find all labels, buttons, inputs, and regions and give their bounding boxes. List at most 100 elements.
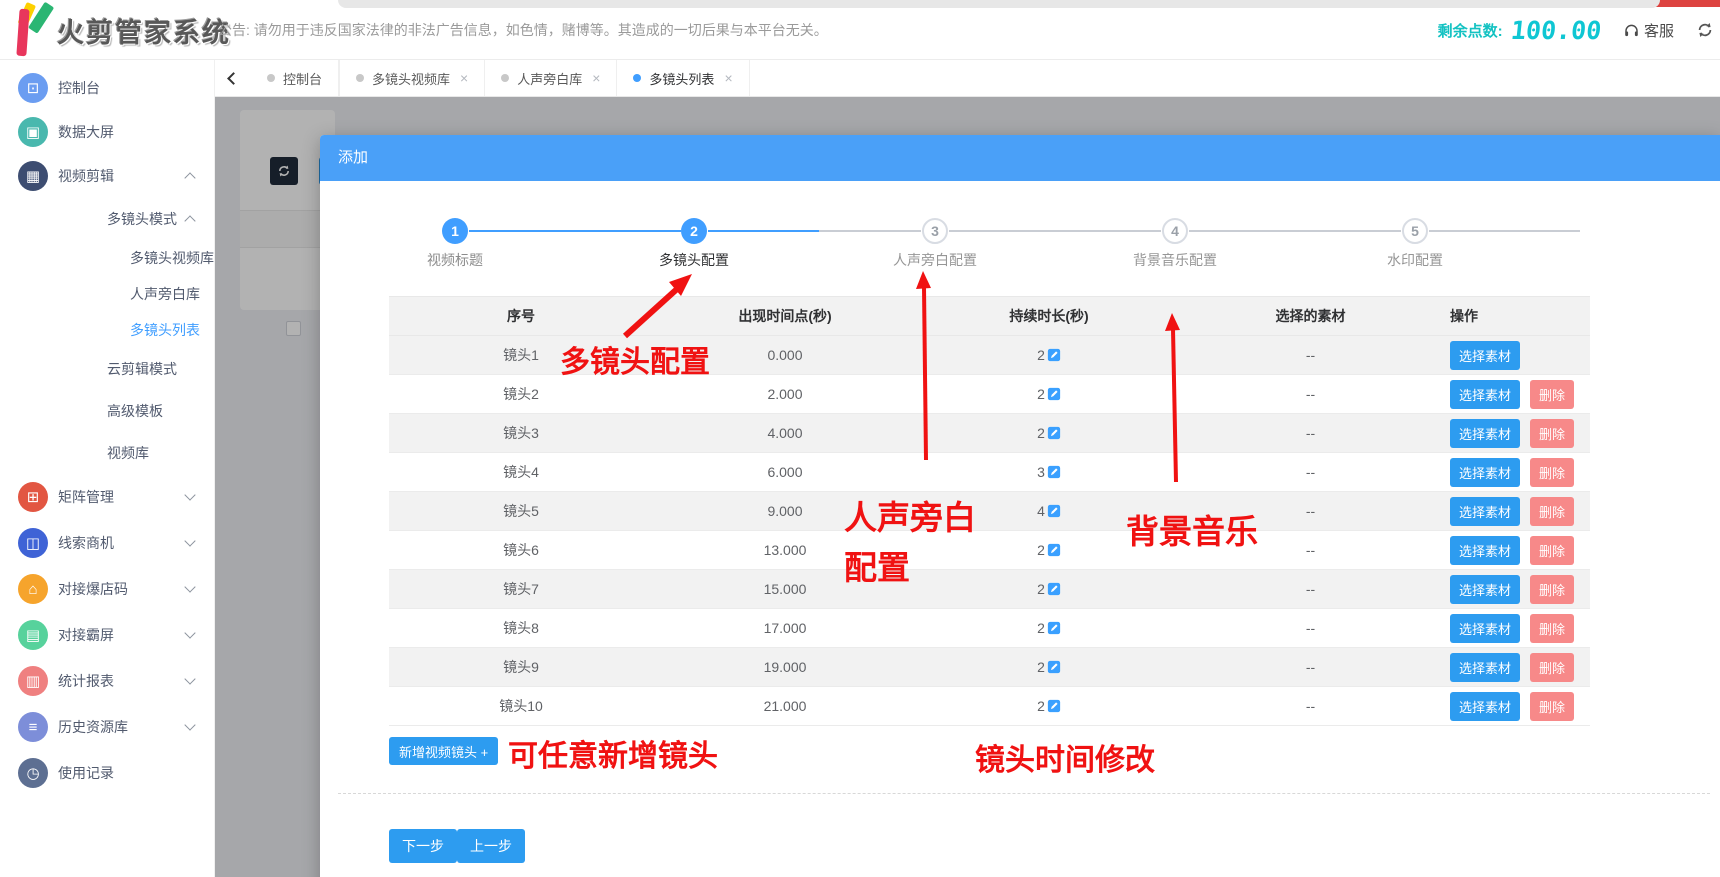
- row-actions: 选择素材 删除: [1440, 419, 1590, 448]
- refresh-button[interactable]: [1696, 21, 1714, 39]
- sidebar-item-label: 历史资源库: [58, 717, 128, 737]
- sidebar-item[interactable]: ⊡ 控制台: [0, 66, 214, 110]
- close-icon[interactable]: ×: [724, 70, 732, 86]
- tab[interactable]: 多镜头视频库 ×: [339, 60, 485, 96]
- select-material-button[interactable]: 选择素材: [1450, 653, 1520, 682]
- annotation-voiceover-line1: 人声旁白: [844, 491, 976, 539]
- sidebar-item[interactable]: 云剪辑模式: [0, 348, 214, 390]
- step-line: [1429, 230, 1580, 232]
- tab-dot-icon: [633, 74, 641, 82]
- selected-material: --: [1181, 620, 1440, 636]
- delete-shot-button[interactable]: 删除: [1530, 419, 1574, 448]
- select-material-button[interactable]: 选择素材: [1450, 419, 1520, 448]
- edit-duration-icon[interactable]: [1047, 504, 1061, 518]
- edit-duration-icon[interactable]: [1047, 426, 1061, 440]
- sidebar-item[interactable]: 多镜头模式: [0, 198, 214, 240]
- col-header: 出现时间点(秒): [653, 306, 917, 326]
- table-body: 镜头1 0.000 2: [389, 336, 1590, 726]
- step-label: 视频标题: [385, 250, 525, 270]
- edit-duration-icon[interactable]: [1047, 387, 1061, 401]
- delete-shot-button[interactable]: 删除: [1530, 536, 1574, 565]
- row-actions: 选择素材 删除: [1440, 458, 1590, 487]
- sidebar-item-label: 视频剪辑: [58, 166, 114, 186]
- content-area: 添加 1 视频标题 2 多镜头配置: [215, 97, 1720, 877]
- sidebar-item[interactable]: ▦ 视频剪辑: [0, 154, 214, 198]
- table-row: 镜头4 6.000 3: [389, 453, 1590, 492]
- delete-shot-button[interactable]: 删除: [1530, 380, 1574, 409]
- edit-duration-icon[interactable]: [1047, 621, 1061, 635]
- table-header-row: 序号 出现时间点(秒) 持续时长(秒) 选择的素材 操作: [389, 296, 1590, 336]
- logo-y-icon: [10, 2, 54, 58]
- sidebar-item[interactable]: ◫ 线索商机: [0, 520, 214, 566]
- sidebar-item[interactable]: ◷ 使用记录: [0, 750, 214, 796]
- select-material-button[interactable]: 选择素材: [1450, 692, 1520, 721]
- sidebar-item[interactable]: 视频库: [0, 432, 214, 474]
- select-material-button[interactable]: 选择素材: [1450, 575, 1520, 604]
- chevron-icon: [184, 535, 195, 546]
- delete-shot-button[interactable]: 删除: [1530, 614, 1574, 643]
- edit-duration-icon[interactable]: [1047, 582, 1061, 596]
- shot-name: 镜头7: [389, 579, 653, 599]
- close-icon[interactable]: ×: [592, 70, 600, 86]
- edit-duration-icon[interactable]: [1047, 348, 1061, 362]
- sidebar-item-label: 视频库: [107, 443, 149, 463]
- step-line: [469, 230, 681, 232]
- select-material-button[interactable]: 选择素材: [1450, 341, 1520, 370]
- sidebar-item[interactable]: 高级模板: [0, 390, 214, 432]
- edit-duration-icon[interactable]: [1047, 465, 1061, 479]
- matrix-icon: ⊞: [18, 482, 48, 512]
- shot-name: 镜头6: [389, 540, 653, 560]
- sidebar-item[interactable]: ⊞ 矩阵管理: [0, 474, 214, 520]
- sidebar-item-label: 线索商机: [58, 533, 114, 553]
- selected-material: --: [1181, 698, 1440, 714]
- select-material-button[interactable]: 选择素材: [1450, 458, 1520, 487]
- points-label: 剩余点数:: [1438, 20, 1503, 41]
- shot-duration: 2: [1037, 347, 1045, 363]
- sidebar-item[interactable]: ⌂ 对接爆店码: [0, 566, 214, 612]
- tab[interactable]: 多镜头列表 ×: [617, 60, 749, 96]
- add-shot-button[interactable]: 新增视频镜头 +: [389, 737, 498, 765]
- table-row: 镜头10 21.000 2: [389, 687, 1590, 726]
- sidebar-item[interactable]: ≡ 历史资源库: [0, 704, 214, 750]
- tab[interactable]: 控制台: [251, 60, 339, 96]
- sidebar-item[interactable]: 人声旁白库: [0, 276, 214, 312]
- prev-step-button[interactable]: 上一步: [457, 829, 525, 863]
- shot-name: 镜头2: [389, 384, 653, 404]
- delete-shot-button[interactable]: 删除: [1530, 458, 1574, 487]
- select-material-button[interactable]: 选择素材: [1450, 380, 1520, 409]
- delete-shot-button[interactable]: 删除: [1530, 575, 1574, 604]
- sidebar-item[interactable]: 多镜头列表: [0, 312, 214, 348]
- shot-duration: 2: [1037, 581, 1045, 597]
- select-material-button[interactable]: 选择素材: [1450, 497, 1520, 526]
- browser-chrome-artifact: [338, 0, 1660, 8]
- tab[interactable]: 人声旁白库 ×: [485, 60, 617, 96]
- dialog-header: 添加: [320, 135, 1720, 181]
- sidebar-item[interactable]: ▥ 统计报表: [0, 658, 214, 704]
- shot-start-time: 2.000: [653, 386, 917, 402]
- select-material-button[interactable]: 选择素材: [1450, 536, 1520, 565]
- next-step-button[interactable]: 下一步: [389, 829, 457, 863]
- sidebar-item[interactable]: 多镜头视频库: [0, 240, 214, 276]
- sidebar-item[interactable]: ▣ 数据大屏: [0, 110, 214, 154]
- delete-shot-button[interactable]: 删除: [1530, 653, 1574, 682]
- sidebar-item-label: 人声旁白库: [130, 284, 200, 304]
- selected-material: --: [1181, 464, 1440, 480]
- sidebar-item[interactable]: ▤ 对接霸屏: [0, 612, 214, 658]
- app-title: 火剪管家系统: [57, 11, 231, 50]
- delete-shot-button[interactable]: 删除: [1530, 497, 1574, 526]
- close-icon[interactable]: ×: [460, 70, 468, 86]
- edit-duration-icon[interactable]: [1047, 699, 1061, 713]
- sidebar-item-label: 矩阵管理: [58, 487, 114, 507]
- chevron-icon: [184, 581, 195, 592]
- delete-shot-button[interactable]: 删除: [1530, 692, 1574, 721]
- customer-service-button[interactable]: 客服: [1623, 20, 1674, 41]
- tabs-back-button[interactable]: [215, 60, 251, 96]
- sidebar-item-label: 对接霸屏: [58, 625, 114, 645]
- table-row: 镜头8 17.000 2: [389, 609, 1590, 648]
- select-material-button[interactable]: 选择素材: [1450, 614, 1520, 643]
- selected-material: --: [1181, 581, 1440, 597]
- tab-label: 多镜头视频库: [372, 69, 450, 88]
- edit-duration-icon[interactable]: [1047, 660, 1061, 674]
- edit-duration-icon[interactable]: [1047, 543, 1061, 557]
- chevron-icon: [184, 673, 195, 684]
